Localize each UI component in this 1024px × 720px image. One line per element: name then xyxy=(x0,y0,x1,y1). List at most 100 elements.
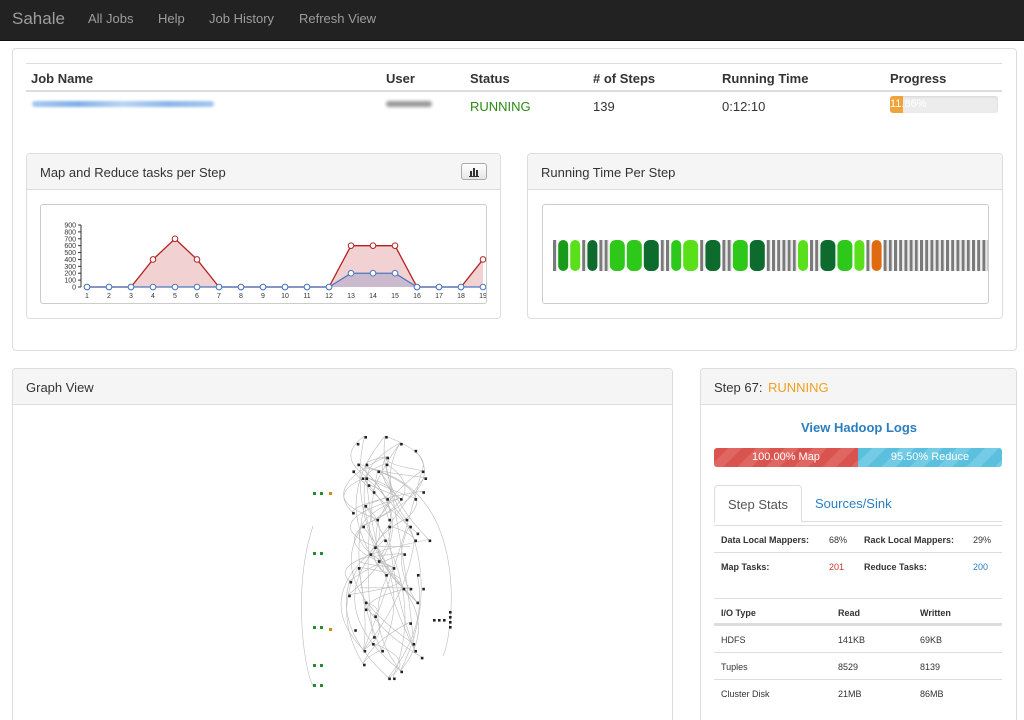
nav-job-history[interactable]: Job History xyxy=(209,11,274,26)
data-point xyxy=(127,283,135,291)
step-bar xyxy=(888,240,892,271)
nav-refresh-view[interactable]: Refresh View xyxy=(299,11,376,26)
step-bar xyxy=(604,240,608,271)
graph-node xyxy=(409,587,413,591)
data-point xyxy=(259,283,267,291)
data-point xyxy=(369,269,377,277)
x-tick-label: 5 xyxy=(173,293,177,300)
x-tick-label: 14 xyxy=(369,293,377,300)
io-col-written: Written xyxy=(920,608,951,618)
brand-logo[interactable]: Sahale xyxy=(12,9,65,29)
reduce-tasks-value: 200 xyxy=(973,562,989,572)
graph-node xyxy=(386,456,389,460)
step-bar-gap xyxy=(602,240,604,271)
job-name-redacted[interactable] xyxy=(32,101,214,107)
graph-node xyxy=(364,608,368,612)
step-bar xyxy=(722,240,726,271)
map-reduce-title: Map and Reduce tasks per Step xyxy=(40,165,226,180)
y-tick-label: 300 xyxy=(64,264,76,271)
top-navbar: Sahale All Jobs Help Job History Refresh… xyxy=(0,0,1024,41)
data-point xyxy=(457,283,465,291)
graph-node xyxy=(385,574,388,577)
job-table-row[interactable]: RUNNING 139 0:12:10 11.86% xyxy=(26,92,1002,120)
nav-all-jobs[interactable]: All Jobs xyxy=(88,11,134,26)
graph-node xyxy=(320,626,323,629)
graph-node xyxy=(400,670,403,674)
graph-node xyxy=(313,492,316,495)
step-bar-gap xyxy=(663,240,666,271)
step-status: RUNNING xyxy=(768,380,829,395)
graph-node xyxy=(392,567,396,570)
step-bar xyxy=(705,240,721,271)
graph-node xyxy=(416,532,420,536)
graph-node xyxy=(320,664,323,667)
step-bar xyxy=(792,240,796,271)
step-bar xyxy=(977,240,981,271)
io-type: HDFS xyxy=(721,635,746,645)
data-point xyxy=(413,283,421,291)
y-tick-label: 0 xyxy=(72,285,76,292)
step-bar xyxy=(866,240,870,271)
step-bar xyxy=(909,240,913,271)
graph-node xyxy=(438,619,441,622)
bar-chart-toggle-button[interactable] xyxy=(461,163,487,180)
view-hadoop-logs-link[interactable]: View Hadoop Logs xyxy=(701,420,1017,435)
graph-node xyxy=(357,567,361,570)
step-bar xyxy=(899,240,903,271)
data-point xyxy=(149,256,157,263)
io-header-row: I/O Type Read Written xyxy=(714,598,1002,625)
data-local-label: Data Local Mappers: xyxy=(721,535,810,545)
data-point xyxy=(193,283,201,291)
x-tick-label: 9 xyxy=(261,293,265,300)
graph-node xyxy=(364,505,368,508)
step-label: Step 67: xyxy=(714,380,763,395)
graph-node xyxy=(313,684,316,687)
step-bar xyxy=(582,240,586,271)
step-bar xyxy=(914,240,918,271)
nav-help[interactable]: Help xyxy=(158,11,185,26)
x-tick-label: 19 xyxy=(479,293,486,300)
step-bar-gap xyxy=(912,240,915,271)
step-bar-gap xyxy=(813,240,815,271)
graph-edge xyxy=(346,580,389,678)
step-bar xyxy=(951,240,955,271)
graph-node xyxy=(364,436,368,439)
graph-node-active xyxy=(329,492,332,495)
graph-node xyxy=(409,525,412,529)
reduce-progress-segment: 95.50% Reduce xyxy=(858,448,1002,467)
step-bar xyxy=(671,240,682,271)
graph-node xyxy=(367,484,371,487)
step-bar-gap xyxy=(725,240,727,271)
tab-sources-sink[interactable]: Sources/Sink xyxy=(802,485,905,522)
data-point xyxy=(479,283,487,291)
io-written: 69KB xyxy=(920,635,943,645)
data-point xyxy=(435,283,443,291)
flow-graph[interactable] xyxy=(13,406,672,720)
step-bar-gap xyxy=(902,240,904,271)
data-point xyxy=(215,283,223,291)
step-bar xyxy=(894,240,897,271)
step-bar xyxy=(966,240,970,271)
graph-edge xyxy=(400,525,422,671)
series-area xyxy=(87,238,483,287)
step-bar-gap xyxy=(556,240,558,271)
step-bar xyxy=(587,240,598,271)
graph-node xyxy=(354,629,357,632)
step-bar xyxy=(643,240,659,271)
map-reduce-panel: Map and Reduce tasks per Step 0 100 200 300… xyxy=(26,153,501,319)
col-status: Status xyxy=(470,71,510,86)
step-bar xyxy=(820,240,836,271)
data-point xyxy=(281,283,289,291)
map-reduce-chart-box: 0 100 200 300 400 500 600 700 800 900 1 2 3 4 5 6 7 8 9 10 1… xyxy=(40,204,487,304)
io-row-cluster-disk: Cluster Disk 21MB 86MB xyxy=(714,679,1002,706)
col-job-name: Job Name xyxy=(31,71,94,86)
step-bar xyxy=(626,240,642,271)
x-tick-label: 3 xyxy=(129,293,133,300)
graph-node xyxy=(384,539,387,543)
graph-node xyxy=(414,649,417,653)
graph-node xyxy=(357,463,360,467)
graph-node xyxy=(374,546,377,549)
tab-step-stats[interactable]: Step Stats xyxy=(714,485,802,522)
graph-node xyxy=(388,525,391,529)
x-tick-label: 1 xyxy=(85,293,89,300)
